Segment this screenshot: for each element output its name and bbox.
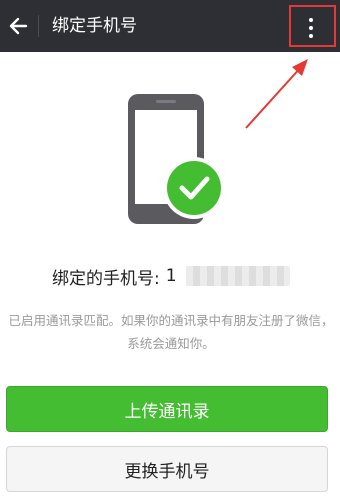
- upload-contacts-button[interactable]: 上传通讯录: [6, 386, 328, 432]
- masked-number: [186, 266, 290, 286]
- smartphone-icon: [128, 94, 225, 224]
- contacts-hint-text: 已启用通讯录匹配。如果你的通讯录中有朋友注册了微信，系统会通知你。: [8, 313, 334, 351]
- bound-phone-label: 绑定的手机号:: [52, 268, 160, 289]
- annotation-arrow: [245, 59, 308, 129]
- annotation-highlight-box: [289, 5, 336, 47]
- arrow-left-icon[interactable]: [4, 11, 34, 41]
- header-divider: [38, 15, 39, 37]
- bound-phone-number: 1: [165, 266, 177, 286]
- bound-phone-row: 绑定的手机号: 1: [52, 264, 177, 289]
- change-phone-button[interactable]: 更换手机号: [6, 446, 328, 492]
- page-title: 绑定手机号: [52, 16, 137, 36]
